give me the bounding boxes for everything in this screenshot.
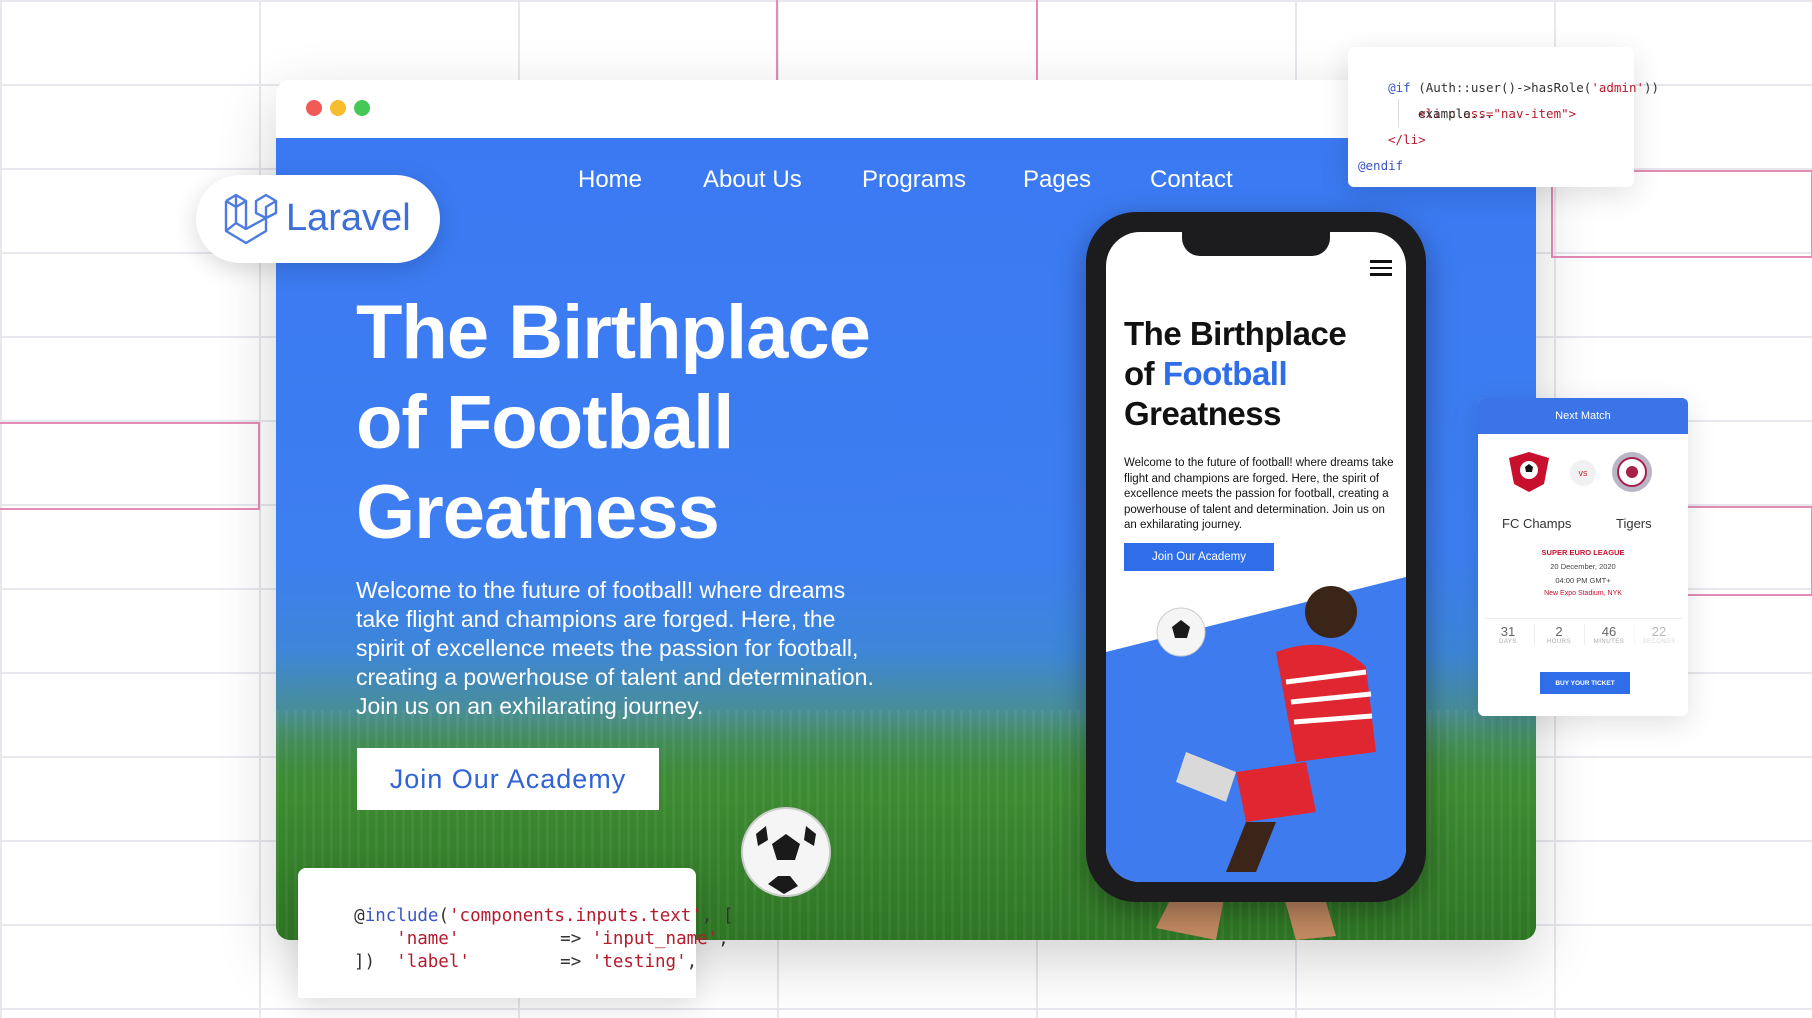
phone-notch [1182,232,1330,256]
code-snippet-auth: @if (Auth::user()->hasRole('admin')) <li… [1348,47,1659,187]
hero-title-line-3: Greatness [356,470,720,555]
phone-title-line-3: Greatness [1124,395,1281,432]
phone-player-illustration [1156,586,1376,872]
phone-title-accent: Football [1162,355,1288,392]
laravel-logo-icon [224,193,278,245]
hero-title-line-1: The Birthplace [356,290,871,375]
countdown-divider [1484,618,1682,619]
decor-pink-box-top [776,0,1038,82]
next-match-header: Next Match [1478,398,1688,434]
code-snippet-include: @include('components.inputs.text', [ 'na… [298,868,734,998]
countdown-hours: 2 HOURS [1534,624,1583,645]
code-line: example... [1418,106,1494,121]
phone-mockup: The Birthplace of Football Greatness Wel… [1086,212,1426,902]
code-line: @endif [1358,158,1404,173]
league-name: SUPER EURO LEAGUE [1541,548,1625,557]
soccer-ball-icon [741,807,831,897]
maximize-dot-icon[interactable] [354,100,370,116]
vs-badge: vs [1570,460,1596,486]
match-time: 04:00 PM GMT+ [1555,576,1611,585]
nav-item-pages[interactable]: Pages [1023,166,1091,194]
hero-lead: Welcome to the future of football! where… [356,577,874,719]
laravel-badge: Laravel [196,175,440,263]
tigers-crest-icon [1612,452,1652,492]
decor-pink-box-left [0,422,260,510]
browser-titlebar [276,80,1536,138]
phone-title-line-1: The Birthplace [1124,315,1347,352]
hamburger-menu-icon[interactable] [1370,260,1392,280]
join-academy-button[interactable]: Join Our Academy [357,748,659,810]
code-guide-line [1398,99,1399,127]
hero-title-line-2: of Football [356,380,734,465]
next-match-card: Next Match vs FC Champs Tigers SUPER EUR… [1478,398,1688,716]
code-line: => 'testing', [560,952,698,972]
team-away-name: Tigers [1616,516,1652,531]
hero-title: The Birthplace of Football Greatness [356,288,976,558]
nav-item-about-us[interactable]: About Us [703,166,802,194]
code-line: </li> [1388,132,1426,147]
countdown-seconds: 22 SECONDS [1634,624,1683,645]
countdown-minutes: 46 MINUTES [1584,624,1633,645]
nav-item-contact[interactable]: Contact [1150,166,1233,194]
laravel-logo-text: Laravel [286,197,411,239]
nav-item-programs[interactable]: Programs [862,166,966,194]
phone-screen: The Birthplace of Football Greatness Wel… [1106,232,1406,882]
match-date: 20 December, 2020 [1550,562,1616,571]
phone-title-line-2: of Football [1124,355,1288,392]
countdown-days: 31 DAYS [1499,624,1517,645]
phone-hero-title: The Birthplace of Football Greatness [1124,314,1394,434]
code-line: ]) [354,952,376,972]
nav-item-home[interactable]: Home [578,166,642,194]
buy-ticket-button[interactable]: BUY YOUR TICKET [1540,672,1630,694]
fc-champs-crest-icon [1509,452,1549,492]
phone-hero-lead: Welcome to the future of football! where… [1124,457,1394,531]
match-venue: New Expo Stadium, NYK [1544,590,1622,597]
close-dot-icon[interactable] [306,100,322,116]
phone-join-academy-button[interactable]: Join Our Academy [1124,543,1274,571]
minimize-dot-icon[interactable] [330,100,346,116]
team-home-name: FC Champs [1502,516,1572,531]
